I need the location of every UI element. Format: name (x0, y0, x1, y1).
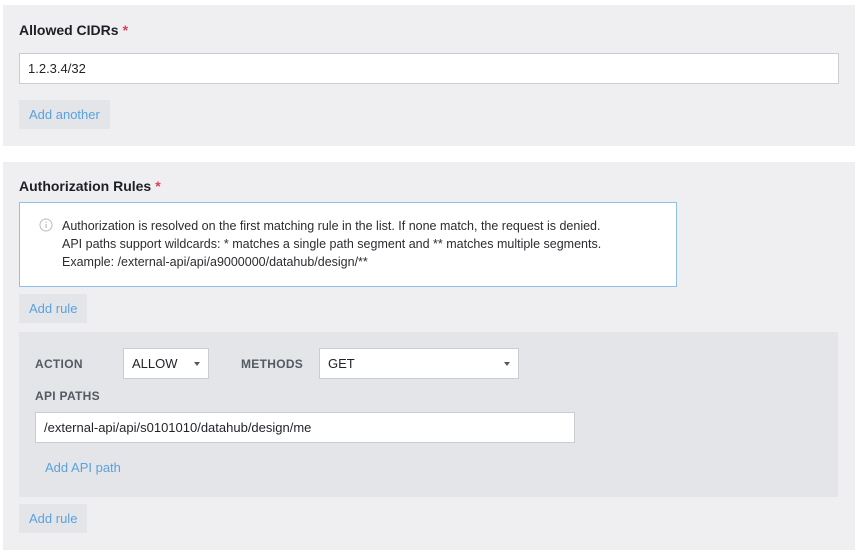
add-api-path-button[interactable]: Add API path (35, 453, 131, 482)
authorization-rules-label-text: Authorization Rules (19, 178, 152, 194)
action-select[interactable]: ALLOW (123, 348, 209, 379)
api-path-input[interactable] (35, 412, 575, 443)
action-label: ACTION (35, 357, 83, 371)
info-line: Authorization is resolved on the first m… (62, 219, 601, 233)
add-another-button[interactable]: Add another (19, 100, 110, 129)
add-rule-button[interactable]: Add rule (19, 294, 88, 323)
methods-label: METHODS (241, 357, 304, 371)
chevron-down-icon (194, 361, 200, 366)
info-circle-icon (39, 218, 53, 232)
authorization-rules-label: Authorization Rules * (19, 178, 161, 194)
action-select-value: ALLOW (132, 356, 178, 371)
info-line: Example: /external-api/api/a9000000/data… (62, 255, 368, 269)
required-asterisk: * (122, 22, 129, 38)
api-paths-label: API PATHS (35, 389, 100, 403)
methods-select[interactable]: GET (319, 348, 519, 379)
authorization-info-box: Authorization is resolved on the first m… (19, 202, 677, 287)
chevron-down-icon (504, 361, 510, 366)
allowed-cidrs-label-text: Allowed CIDRs (19, 22, 119, 38)
allowed-cidrs-label: Allowed CIDRs * (19, 22, 128, 38)
cidr-input[interactable] (19, 53, 839, 84)
methods-select-value: GET (328, 356, 355, 371)
required-asterisk: * (155, 178, 161, 194)
info-line: API paths support wildcards: * matches a… (62, 237, 602, 251)
allowed-cidrs-section: Allowed CIDRs* Add another (3, 5, 855, 146)
authorization-rule-card: ACTION ALLOW METHODS GET API PATHS Add A… (19, 332, 838, 497)
add-rule-bottom-button[interactable]: Add rule (19, 504, 88, 533)
authorization-rules-section: Authorization Rules * Authorization is re… (3, 162, 855, 550)
